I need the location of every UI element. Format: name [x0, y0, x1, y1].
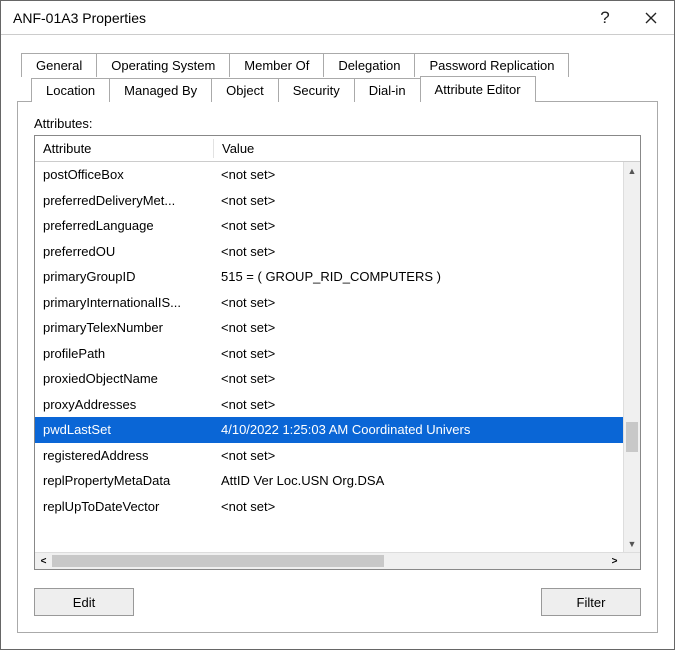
cell-attribute: preferredLanguage — [35, 218, 213, 233]
scroll-left-icon[interactable]: < — [35, 553, 52, 570]
table-row[interactable]: primaryGroupID515 = ( GROUP_RID_COMPUTER… — [35, 264, 640, 290]
cell-value: <not set> — [213, 218, 640, 233]
window-title: ANF-01A3 Properties — [13, 10, 582, 26]
edit-button[interactable]: Edit — [34, 588, 134, 616]
cell-value: <not set> — [213, 244, 640, 259]
cell-value: AttID Ver Loc.USN Org.DSA — [213, 473, 640, 488]
table-row[interactable]: proxyAddresses<not set> — [35, 392, 640, 418]
table-row[interactable]: registeredAddress<not set> — [35, 443, 640, 469]
tab-location[interactable]: Location — [31, 78, 110, 102]
tab-member-of[interactable]: Member Of — [229, 53, 324, 77]
cell-attribute: proxyAddresses — [35, 397, 213, 412]
cell-attribute: profilePath — [35, 346, 213, 361]
cell-attribute: preferredOU — [35, 244, 213, 259]
cell-value: <not set> — [213, 448, 640, 463]
table-row[interactable]: profilePath<not set> — [35, 341, 640, 367]
dialog-content: GeneralOperating SystemMember OfDelegati… — [1, 35, 674, 649]
table-row[interactable]: preferredOU<not set> — [35, 239, 640, 265]
tab-general[interactable]: General — [21, 53, 97, 77]
cell-attribute: postOfficeBox — [35, 167, 213, 182]
table-row[interactable]: replPropertyMetaData AttID Ver Loc.USN O… — [35, 468, 640, 494]
horizontal-scrollbar[interactable]: < > — [35, 552, 640, 569]
table-row[interactable]: replUpToDateVector<not set> — [35, 494, 640, 520]
close-button[interactable] — [628, 1, 674, 35]
help-button[interactable]: ? — [582, 1, 628, 35]
horizontal-scroll-track[interactable] — [52, 553, 606, 569]
cell-value: <not set> — [213, 499, 640, 514]
table-row[interactable]: primaryTelexNumber<not set> — [35, 315, 640, 341]
header-scroll-spacer — [623, 136, 640, 161]
scroll-right-icon[interactable]: > — [606, 553, 623, 570]
properties-dialog: ANF-01A3 Properties ? GeneralOperating S… — [0, 0, 675, 650]
cell-attribute: replPropertyMetaData — [35, 473, 213, 488]
list-rows: postOfficeBox<not set>preferredDeliveryM… — [35, 162, 640, 519]
cell-attribute: pwdLastSet — [35, 422, 213, 437]
cell-attribute: primaryInternationalIS... — [35, 295, 213, 310]
cell-value: <not set> — [213, 397, 640, 412]
cell-attribute: preferredDeliveryMet... — [35, 193, 213, 208]
close-icon — [645, 12, 657, 24]
cell-value: <not set> — [213, 371, 640, 386]
tab-operating-system[interactable]: Operating System — [96, 53, 230, 77]
table-row[interactable]: pwdLastSet4/10/2022 1:25:03 AM Coordinat… — [35, 417, 640, 443]
cell-attribute: proxiedObjectName — [35, 371, 213, 386]
tab-attribute-editor[interactable]: Attribute Editor — [420, 76, 536, 102]
tab-object[interactable]: Object — [211, 78, 279, 102]
scroll-down-icon[interactable]: ▼ — [624, 535, 640, 552]
tab-strip: GeneralOperating SystemMember OfDelegati… — [17, 53, 658, 102]
tab-panel-attribute-editor: Attributes: Attribute Value postOfficeBo… — [17, 101, 658, 633]
titlebar: ANF-01A3 Properties ? — [1, 1, 674, 35]
table-row[interactable]: proxiedObjectName<not set> — [35, 366, 640, 392]
cell-value: <not set> — [213, 167, 640, 182]
attributes-label: Attributes: — [34, 116, 641, 131]
cell-attribute: primaryGroupID — [35, 269, 213, 284]
cell-value: 515 = ( GROUP_RID_COMPUTERS ) — [213, 269, 640, 284]
list-header: Attribute Value — [35, 136, 640, 162]
vertical-scrollbar[interactable]: ▲ ▼ — [623, 162, 640, 552]
cell-value: <not set> — [213, 295, 640, 310]
column-header-value[interactable]: Value — [214, 136, 623, 161]
cell-attribute: replUpToDateVector — [35, 499, 213, 514]
vertical-scroll-thumb[interactable] — [626, 422, 638, 452]
tab-password-replication[interactable]: Password Replication — [414, 53, 569, 77]
cell-value: <not set> — [213, 320, 640, 335]
scroll-up-icon[interactable]: ▲ — [624, 162, 640, 179]
column-header-attribute[interactable]: Attribute — [35, 136, 213, 161]
tab-managed-by[interactable]: Managed By — [109, 78, 212, 102]
tab-security[interactable]: Security — [278, 78, 355, 102]
cell-value: <not set> — [213, 193, 640, 208]
cell-value: <not set> — [213, 346, 640, 361]
filter-button[interactable]: Filter — [541, 588, 641, 616]
tab-dial-in[interactable]: Dial-in — [354, 78, 421, 102]
cell-value: 4/10/2022 1:25:03 AM Coordinated Univers — [213, 422, 640, 437]
attributes-listbox[interactable]: Attribute Value postOfficeBox<not set>pr… — [34, 135, 641, 570]
horizontal-scroll-thumb[interactable] — [52, 555, 384, 567]
list-body: postOfficeBox<not set>preferredDeliveryM… — [35, 162, 640, 552]
table-row[interactable]: primaryInternationalIS...<not set> — [35, 290, 640, 316]
table-row[interactable]: postOfficeBox<not set> — [35, 162, 640, 188]
button-row: Edit Filter — [34, 588, 641, 616]
tab-delegation[interactable]: Delegation — [323, 53, 415, 77]
table-row[interactable]: preferredDeliveryMet...<not set> — [35, 188, 640, 214]
table-row[interactable]: preferredLanguage<not set> — [35, 213, 640, 239]
cell-attribute: registeredAddress — [35, 448, 213, 463]
cell-attribute: primaryTelexNumber — [35, 320, 213, 335]
